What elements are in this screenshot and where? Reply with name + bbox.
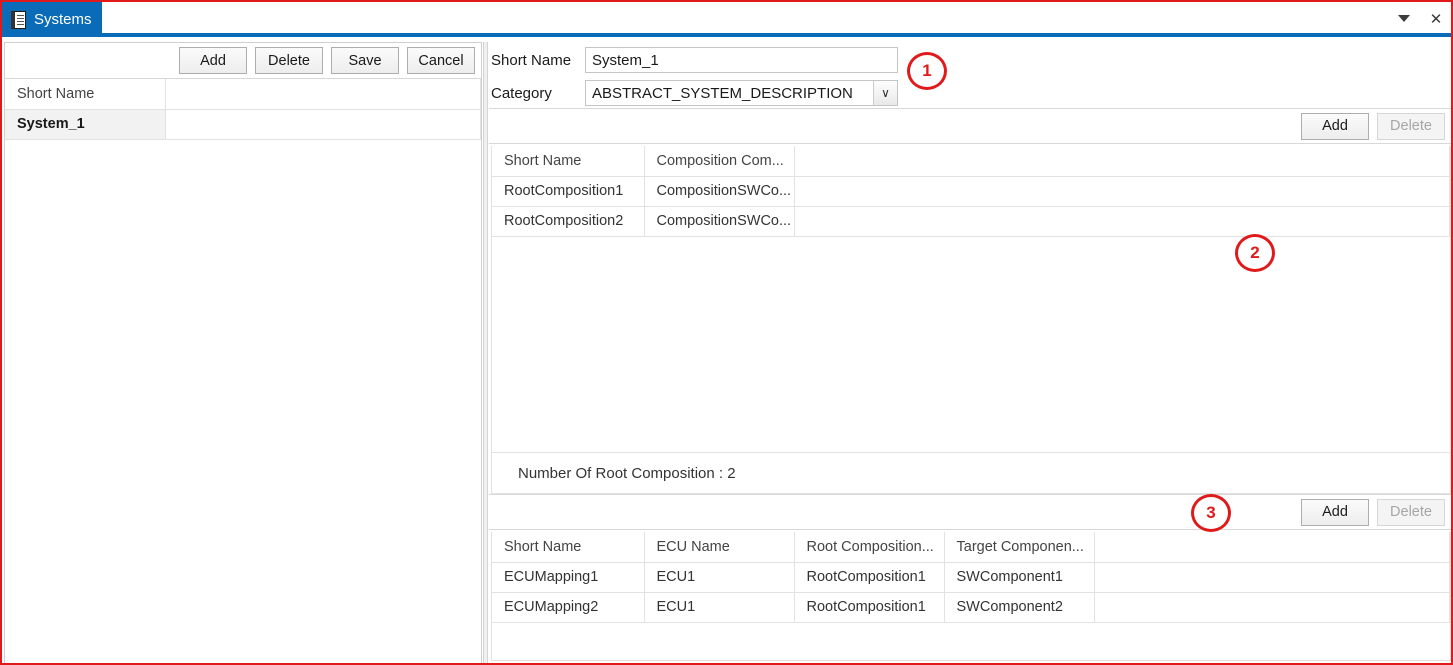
cell-composition-component[interactable]: CompositionSWCo... [644, 176, 795, 207]
system-cancel-button[interactable]: Cancel [407, 47, 475, 74]
cell-blank[interactable] [165, 109, 481, 140]
column-header-short-name[interactable]: Short Name [492, 532, 645, 563]
cell-target-component[interactable]: SWComponent2 [944, 592, 1095, 623]
short-name-label: Short Name [491, 51, 572, 69]
short-name-input[interactable] [585, 47, 898, 73]
annotation-marker-3: 3 [1191, 494, 1231, 532]
cell-short-name[interactable]: System_1 [5, 109, 166, 140]
cell-short-name[interactable]: ECUMapping2 [492, 592, 645, 623]
system-save-button[interactable]: Save [331, 47, 399, 74]
chevron-down-icon [1398, 15, 1410, 22]
system-details-panel: Short Name Category ABSTRACT_SYSTEM_DESC… [489, 42, 1451, 663]
category-row: Category ABSTRACT_SYSTEM_DESCRIPTION ∨ [491, 80, 898, 106]
table-row[interactable]: System_1 [5, 109, 481, 140]
ecu-mappings-grid[interactable]: Short Name ECU Name Root Composition... … [491, 532, 1451, 661]
cell-blank[interactable] [794, 176, 1450, 207]
composition-add-button[interactable]: Add [1301, 112, 1369, 140]
system-add-button[interactable]: Add [179, 47, 247, 74]
accent-rule [102, 33, 1451, 37]
annotation-marker-1: 1 [907, 52, 947, 90]
cell-root-composition[interactable]: RootComposition1 [794, 562, 945, 593]
system-delete-button[interactable]: Delete [255, 47, 323, 74]
cell-short-name[interactable]: RootComposition1 [492, 176, 645, 207]
cell-short-name[interactable]: ECUMapping1 [492, 562, 645, 593]
cell-blank[interactable] [1094, 562, 1450, 593]
systems-list-panel: Add Delete Save Cancel Short Name System… [4, 42, 482, 663]
column-header-composition-component[interactable]: Composition Com... [644, 146, 795, 177]
column-header-short-name[interactable]: Short Name [492, 146, 645, 177]
category-label: Category [491, 84, 552, 102]
mappings-toolbar: Add Delete [489, 494, 1451, 530]
mapping-add-button[interactable]: Add [1301, 498, 1369, 526]
document-list-icon [11, 10, 26, 29]
category-select[interactable]: ABSTRACT_SYSTEM_DESCRIPTION ∨ [585, 80, 898, 106]
table-header-row: Short Name ECU Name Root Composition... … [492, 532, 1450, 563]
table-row[interactable]: ECUMapping2 ECU1 RootComposition1 SWComp… [492, 592, 1450, 623]
cell-root-composition[interactable]: RootComposition1 [794, 592, 945, 623]
systems-grid[interactable]: Short Name System_1 [5, 79, 481, 663]
table-header-row: Short Name [5, 79, 481, 110]
cell-composition-component[interactable]: CompositionSWCo... [644, 206, 795, 237]
systems-editor-window: Systems ✕ Add Delete Save Cancel Short N… [0, 0, 1453, 665]
panel-splitter[interactable] [483, 42, 488, 663]
cell-blank[interactable] [794, 206, 1450, 237]
cell-short-name[interactable]: RootComposition2 [492, 206, 645, 237]
compositions-toolbar: Add Delete [489, 108, 1451, 144]
column-header-short-name[interactable]: Short Name [5, 79, 166, 110]
tab-systems[interactable]: Systems [2, 2, 102, 37]
table-row[interactable]: ECUMapping1 ECU1 RootComposition1 SWComp… [492, 562, 1450, 593]
column-header-root-composition[interactable]: Root Composition... [794, 532, 945, 563]
root-composition-count: Number Of Root Composition : 2 [491, 452, 1451, 494]
table-header-row: Short Name Composition Com... [492, 146, 1450, 177]
cell-target-component[interactable]: SWComponent1 [944, 562, 1095, 593]
cell-ecu-name[interactable]: ECU1 [644, 592, 795, 623]
column-header-target-component[interactable]: Target Componen... [944, 532, 1095, 563]
system-form: Short Name Category ABSTRACT_SYSTEM_DESC… [489, 42, 1451, 106]
column-header-blank[interactable] [1094, 532, 1450, 563]
tab-systems-label: Systems [34, 11, 92, 28]
mapping-delete-button: Delete [1377, 498, 1445, 526]
minimize-button[interactable] [1395, 10, 1413, 28]
compositions-grid[interactable]: Short Name Composition Com... RootCompos… [491, 146, 1451, 452]
window-controls: ✕ [1395, 2, 1445, 35]
table-row[interactable]: RootComposition1 CompositionSWCo... [492, 176, 1450, 207]
table-row[interactable]: RootComposition2 CompositionSWCo... [492, 206, 1450, 237]
chevron-down-icon[interactable]: ∨ [873, 81, 897, 105]
column-header-blank[interactable] [794, 146, 1450, 177]
short-name-row: Short Name [491, 47, 898, 73]
systems-toolbar: Add Delete Save Cancel [5, 43, 481, 79]
column-header-ecu-name[interactable]: ECU Name [644, 532, 795, 563]
title-bar: Systems ✕ [2, 2, 1451, 37]
cell-ecu-name[interactable]: ECU1 [644, 562, 795, 593]
category-selected-value: ABSTRACT_SYSTEM_DESCRIPTION [592, 84, 853, 102]
cell-blank[interactable] [1094, 592, 1450, 623]
annotation-marker-2: 2 [1235, 234, 1275, 272]
column-header-blank[interactable] [165, 79, 481, 110]
close-button[interactable]: ✕ [1427, 10, 1445, 28]
composition-delete-button: Delete [1377, 112, 1445, 140]
